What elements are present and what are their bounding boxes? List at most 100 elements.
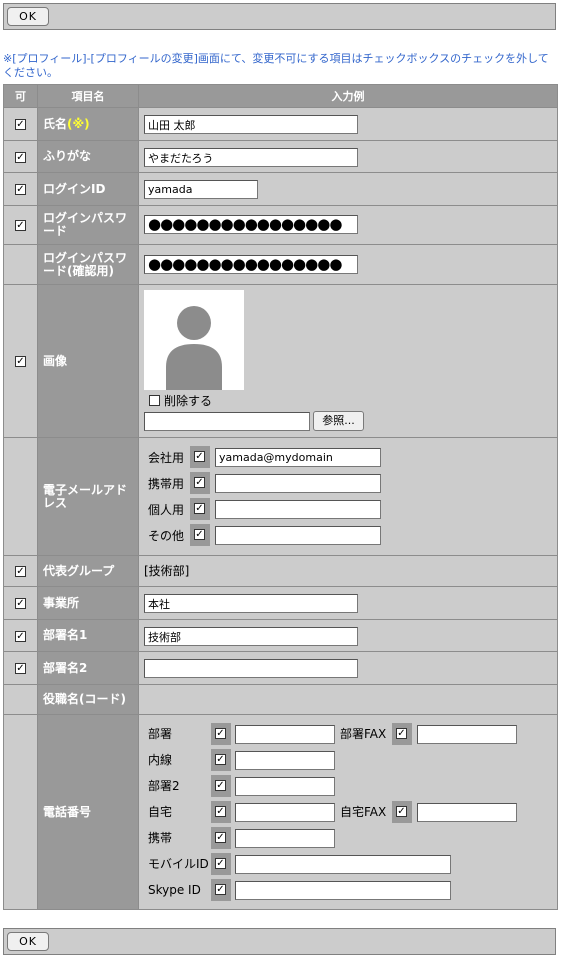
- email-personal-label: 個人用: [148, 503, 185, 517]
- browse-button[interactable]: 参照...: [313, 411, 364, 431]
- row-label: ログインパスワード(確認用): [38, 245, 138, 284]
- allow-login-id-checkbox[interactable]: ✓: [15, 184, 26, 195]
- image-file-input[interactable]: [144, 412, 310, 431]
- email-other-checkbox[interactable]: ✓: [194, 529, 205, 540]
- row-label: ふりがな: [38, 141, 138, 172]
- instruction-note: ※[プロフィール]-[プロフィールの変更]画面にて、変更不可にする項目はチェック…: [3, 52, 549, 79]
- skype-id-label: Skype ID: [148, 883, 201, 897]
- phone-home-fax-checkbox[interactable]: ✓: [396, 806, 407, 817]
- name-input[interactable]: [144, 115, 358, 134]
- phone-mobile-checkbox[interactable]: ✓: [215, 832, 226, 843]
- email-mobile-label: 携帯用: [148, 477, 185, 491]
- phone-home-checkbox[interactable]: ✓: [215, 806, 226, 817]
- row-label: ログインパスワード: [38, 206, 138, 244]
- allow-office-checkbox[interactable]: ✓: [15, 598, 26, 609]
- allow-image-checkbox[interactable]: ✓: [15, 356, 26, 367]
- row-dept1: ✓ 部署名1: [3, 620, 558, 652]
- row-label: 画像: [38, 285, 138, 437]
- email-personal-checkbox[interactable]: ✓: [194, 503, 205, 514]
- delete-image-label: 削除する: [164, 394, 213, 408]
- email-personal-input[interactable]: [215, 500, 381, 519]
- row-group: ✓ 代表グループ [技術部]: [3, 556, 558, 587]
- person-silhouette-icon: [166, 306, 222, 390]
- allow-furigana-checkbox[interactable]: ✓: [15, 151, 26, 163]
- skype-id-checkbox[interactable]: ✓: [215, 884, 226, 895]
- phone-dept-input[interactable]: [235, 725, 335, 744]
- phone-dept2-input[interactable]: [235, 777, 335, 796]
- mobile-id-checkbox[interactable]: ✓: [215, 858, 226, 869]
- mobile-id-input[interactable]: [235, 855, 451, 874]
- required-mark: (※): [67, 116, 90, 131]
- phone-dept-fax-input[interactable]: [417, 725, 517, 744]
- row-office: ✓ 事業所: [3, 587, 558, 620]
- row-image: ✓ 画像 削除する 参照...: [3, 285, 558, 438]
- email-mobile-checkbox[interactable]: ✓: [194, 477, 205, 488]
- phone-home-fax-label: 自宅FAX: [340, 805, 387, 819]
- phone-dept2-label: 部署2: [148, 779, 180, 793]
- email-mobile-input[interactable]: [215, 474, 381, 493]
- phone-home-fax-input[interactable]: [417, 803, 517, 822]
- allow-password-checkbox[interactable]: ✓: [15, 220, 26, 231]
- row-password-confirm: ログインパスワード(確認用) ●●●●●●●●●●●●●●●●: [3, 245, 558, 285]
- email-company-input[interactable]: [215, 448, 381, 467]
- phone-home-input[interactable]: [235, 803, 335, 822]
- password-input[interactable]: ●●●●●●●●●●●●●●●●: [144, 215, 358, 234]
- table-header: 可 項目名 入力例: [3, 84, 558, 108]
- dept2-input[interactable]: [144, 659, 358, 678]
- allow-dept2-checkbox[interactable]: ✓: [15, 663, 26, 674]
- row-position: 役職名(コード): [3, 685, 558, 715]
- row-phone: 電話番号 部署 ✓ 部署FAX ✓ 内線 ✓ 部署2 ✓ 自宅 ✓ 自宅FAX …: [3, 715, 558, 910]
- phone-dept-checkbox[interactable]: ✓: [215, 728, 226, 739]
- row-label: 電子メールアドレス: [38, 438, 138, 555]
- row-dept2: ✓ 部署名2: [3, 652, 558, 685]
- row-login-id: ✓ ログインID: [3, 173, 558, 206]
- password-confirm-input[interactable]: ●●●●●●●●●●●●●●●●: [144, 255, 358, 274]
- profile-settings-table: 可 項目名 入力例 ✓ 氏名(※) ✓ ふりがな ✓ ログインID ✓ ログイン…: [3, 84, 558, 910]
- phone-dept-fax-checkbox[interactable]: ✓: [396, 728, 407, 739]
- dept1-input[interactable]: [144, 627, 358, 646]
- row-label: 役職名(コード): [38, 685, 138, 714]
- phone-extension-checkbox[interactable]: ✓: [215, 754, 226, 765]
- office-input[interactable]: [144, 594, 358, 613]
- phone-dept2-checkbox[interactable]: ✓: [215, 780, 226, 791]
- phone-dept-fax-label: 部署FAX: [340, 727, 387, 741]
- email-other-input[interactable]: [215, 526, 381, 545]
- email-company-checkbox[interactable]: ✓: [194, 451, 205, 462]
- row-label: 代表グループ: [38, 556, 138, 586]
- phone-extension-input[interactable]: [235, 751, 335, 770]
- row-password: ✓ ログインパスワード ●●●●●●●●●●●●●●●●: [3, 206, 558, 245]
- row-name: ✓ 氏名 (※): [3, 108, 558, 141]
- group-value: [技術部]: [144, 564, 190, 578]
- ok-button-bottom[interactable]: OK: [7, 932, 49, 951]
- login-id-input[interactable]: [144, 180, 258, 199]
- row-label: 部署名2: [38, 652, 138, 684]
- row-label: 電話番号: [38, 715, 138, 909]
- phone-mobile-label: 携帯: [148, 831, 173, 845]
- delete-image-checkbox[interactable]: [149, 395, 160, 406]
- row-label: 事業所: [38, 587, 138, 619]
- row-label: 部署名1: [38, 620, 138, 651]
- bottom-button-bar: OK: [3, 928, 556, 955]
- header-item-name: 項目名: [38, 85, 138, 107]
- mobile-id-label: モバイルID: [148, 857, 209, 871]
- row-label: 氏名 (※): [38, 108, 138, 140]
- phone-home-label: 自宅: [148, 805, 173, 819]
- allow-group-checkbox[interactable]: ✓: [15, 566, 26, 577]
- skype-id-input[interactable]: [235, 881, 451, 900]
- row-furigana: ✓ ふりがな: [3, 141, 558, 173]
- row-label: ログインID: [38, 173, 138, 205]
- phone-extension-label: 内線: [148, 753, 173, 767]
- header-input-example: 入力例: [139, 85, 557, 107]
- allow-dept1-checkbox[interactable]: ✓: [15, 630, 26, 642]
- row-email: 電子メールアドレス 会社用 ✓ 携帯用 ✓ 個人用 ✓ その他 ✓: [3, 438, 558, 556]
- email-company-label: 会社用: [148, 451, 185, 465]
- email-other-label: その他: [148, 529, 185, 543]
- avatar-image: [144, 290, 244, 390]
- furigana-input[interactable]: [144, 148, 358, 167]
- phone-mobile-input[interactable]: [235, 829, 335, 848]
- allow-name-checkbox[interactable]: ✓: [15, 119, 26, 130]
- top-button-bar: OK: [3, 3, 556, 30]
- phone-dept-label: 部署: [148, 727, 173, 741]
- header-allow: 可: [4, 85, 37, 107]
- ok-button-top[interactable]: OK: [7, 7, 49, 26]
